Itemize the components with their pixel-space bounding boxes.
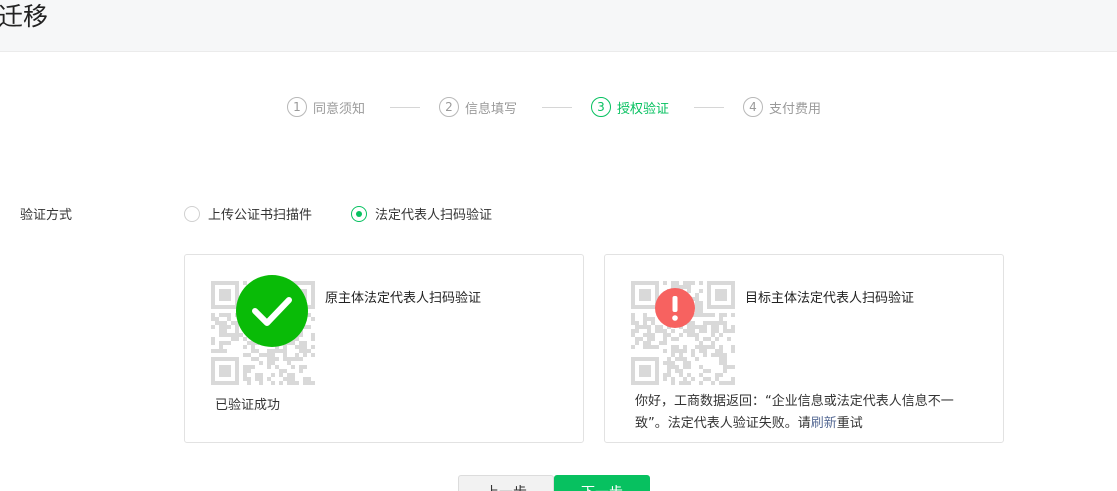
radio-legal-rep-scan[interactable]: 法定代表人扫码验证 xyxy=(351,204,492,223)
step-label: 支付费用 xyxy=(769,101,822,117)
verify-status: 已验证成功 xyxy=(215,398,281,413)
radio-label: 上传公证书扫描件 xyxy=(208,208,313,223)
verify-method-label: 验证方式 xyxy=(20,208,73,223)
step-label: 授权验证 xyxy=(617,101,670,117)
step-label: 信息填写 xyxy=(465,101,518,117)
step-divider xyxy=(694,107,724,108)
refresh-link[interactable]: 刷新 xyxy=(811,416,837,431)
radio-circle[interactable] xyxy=(184,205,200,222)
verify-error-message: 你好，工商数据返回：“企业信息或法定代表人信息不一 致”。法定代表人验证失败。请… xyxy=(635,391,985,435)
radio-upload-notarization[interactable]: 上传公证书扫描件 xyxy=(184,204,312,223)
card-title: 目标主体法定代表人扫码验证 xyxy=(745,291,915,306)
step-label: 同意须知 xyxy=(313,101,366,117)
page-header: 迁移 xyxy=(0,0,1117,52)
error-text: 致”。法定代表人验证失败。请 xyxy=(635,416,811,431)
card-title: 原主体法定代表人扫码验证 xyxy=(325,291,482,306)
page-title: 迁移 xyxy=(0,2,49,31)
error-text: 重试 xyxy=(836,416,863,431)
error-line: 你好，工商数据返回：“企业信息或法定代表人信息不一 xyxy=(635,394,954,409)
step-divider xyxy=(542,107,572,108)
check-circle-icon xyxy=(236,275,308,351)
radio-circle-checked[interactable] xyxy=(351,205,367,222)
next-step-button[interactable]: 下一步 xyxy=(554,475,650,491)
step-number: 3 xyxy=(591,97,611,117)
step-divider xyxy=(390,107,420,108)
step-4: 4 支付费用 xyxy=(743,96,821,118)
radio-label: 法定代表人扫码验证 xyxy=(375,208,493,223)
source-verify-card: 原主体法定代表人扫码验证 已验证成功 xyxy=(184,254,584,443)
step-3: 3 授权验证 xyxy=(591,96,669,118)
target-verify-card: 目标主体法定代表人扫码验证 你好，工商数据返回：“企业信息或法定代表人信息不一 … xyxy=(604,254,1004,443)
step-number: 2 xyxy=(439,97,459,117)
prev-step-button[interactable]: 上一步 xyxy=(458,475,554,491)
step-number: 4 xyxy=(743,97,763,117)
step-2: 2 信息填写 xyxy=(439,96,517,118)
stepper: 1 同意须知 2 信息填写 3 授权验证 4 支付费用 xyxy=(0,96,1117,118)
step-number: 1 xyxy=(287,97,307,117)
warning-circle-icon xyxy=(655,288,695,332)
step-1: 1 同意须知 xyxy=(287,96,365,118)
error-line: 致”。法定代表人验证失败。请刷新重试 xyxy=(635,413,985,435)
